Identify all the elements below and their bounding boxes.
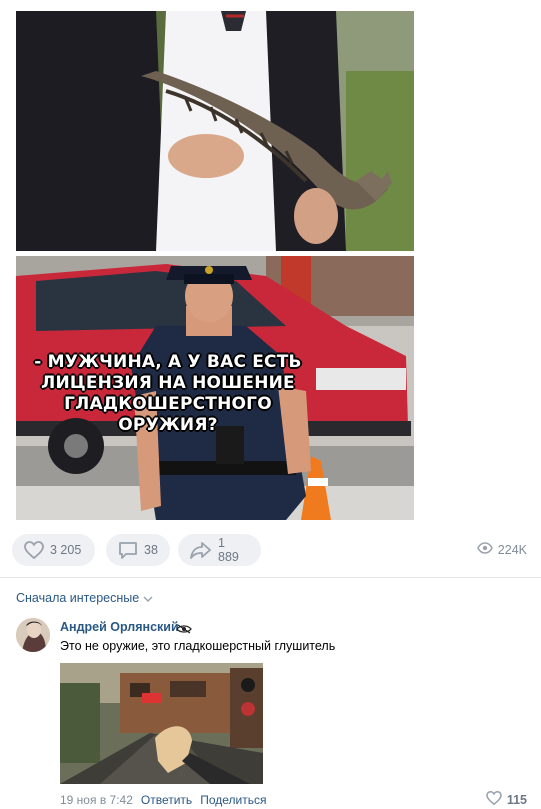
post-photo-man-holding-cat[interactable] — [16, 11, 414, 251]
comment-text: Это не оружие, это гладкошерстный глушит… — [60, 639, 336, 653]
like-count: 3 205 — [50, 543, 82, 557]
comment-button[interactable]: 38 — [106, 534, 170, 566]
share-link[interactable]: Поделиться — [200, 793, 266, 807]
heart-icon — [24, 541, 44, 559]
heart-icon — [486, 790, 502, 808]
share-button[interactable]: 1 889 — [178, 534, 261, 566]
comment-like-button[interactable]: 115 — [486, 790, 527, 808]
sort-label: Сначала интересные — [16, 591, 140, 605]
share-icon — [190, 541, 212, 559]
post-actions: 3 205 38 1 889 224K — [12, 534, 527, 566]
views-label: 224K — [497, 542, 527, 557]
like-button[interactable]: 3 205 — [12, 534, 95, 566]
comment-like-count: 115 — [506, 792, 527, 807]
comment-date[interactable]: 19 ноя в 7:42 — [60, 793, 133, 807]
share-count: 1 889 — [218, 536, 239, 564]
reply-link[interactable]: Ответить — [141, 793, 192, 807]
comment-count: 38 — [144, 543, 158, 557]
fan-badge-icon — [176, 621, 192, 639]
comments-sort-dropdown[interactable]: Сначала интересные — [16, 591, 153, 605]
comment-icon — [118, 541, 138, 559]
avatar[interactable] — [16, 618, 50, 652]
comment-image[interactable] — [60, 663, 263, 784]
comment-author-name[interactable]: Андрей Орлянский — [60, 620, 179, 634]
view-count: 224K — [476, 542, 527, 557]
meme-caption: - мужчина, а у вас есть лицензия на ноше… — [34, 352, 302, 435]
comment-meta: 19 ноя в 7:42 Ответить Поделиться — [60, 793, 266, 807]
game-screenshot-illustration — [60, 663, 263, 784]
post-photo-police-meme[interactable]: - мужчина, а у вас есть лицензия на ноше… — [16, 256, 414, 520]
divider — [0, 577, 541, 578]
eye-icon — [476, 542, 493, 557]
chevron-down-icon — [143, 591, 153, 605]
cat-photo-illustration — [16, 11, 414, 251]
